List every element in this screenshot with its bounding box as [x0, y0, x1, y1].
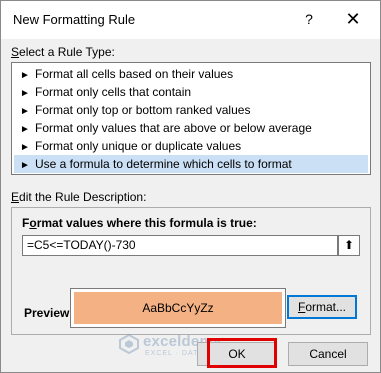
rule-type-item-selected[interactable]: ► Use a formula to determine which cells …: [14, 155, 368, 173]
formula-input[interactable]: =C5<=TODAY()-730: [22, 235, 338, 256]
collapse-dialog-button[interactable]: ⬆: [338, 235, 360, 256]
rule-type-list[interactable]: ► Format all cells based on their values …: [11, 62, 371, 175]
rule-description-label: Edit the Rule Description:: [11, 190, 147, 204]
format-button[interactable]: Format...: [287, 295, 357, 319]
rule-description-panel: Format values where this formula is true…: [11, 207, 371, 335]
new-formatting-rule-dialog: New Formatting Rule ? ✕ Select a Rule Ty…: [0, 0, 381, 373]
close-button[interactable]: ✕: [337, 6, 369, 32]
ok-button-highlight-box: [207, 338, 277, 368]
arrow-right-icon: ►: [20, 160, 30, 171]
preview-box: AaBbCcYyZz: [70, 288, 286, 328]
title-bar: New Formatting Rule ? ✕: [1, 1, 380, 39]
dialog-title: New Formatting Rule: [13, 12, 136, 27]
preview-label: Preview:: [24, 306, 74, 320]
arrow-up-icon: ⬆: [343, 238, 355, 252]
cancel-button[interactable]: Cancel: [288, 342, 368, 366]
rule-type-item[interactable]: ► Format only values that are above or be…: [14, 119, 368, 137]
formula-label: Format values where this formula is true…: [22, 216, 257, 230]
rule-type-item[interactable]: ► Format all cells based on their values: [14, 65, 368, 83]
help-button[interactable]: ?: [295, 6, 323, 32]
exceldemy-logo-icon: [119, 334, 139, 354]
rule-type-item[interactable]: ► Format only top or bottom ranked values: [14, 101, 368, 119]
rule-type-item[interactable]: ► Format only cells that contain: [14, 83, 368, 101]
rule-type-label: Select a Rule Type:: [11, 45, 115, 59]
preview-sample: AaBbCcYyZz: [74, 292, 282, 324]
rule-type-item[interactable]: ► Format only unique or duplicate values: [14, 137, 368, 155]
